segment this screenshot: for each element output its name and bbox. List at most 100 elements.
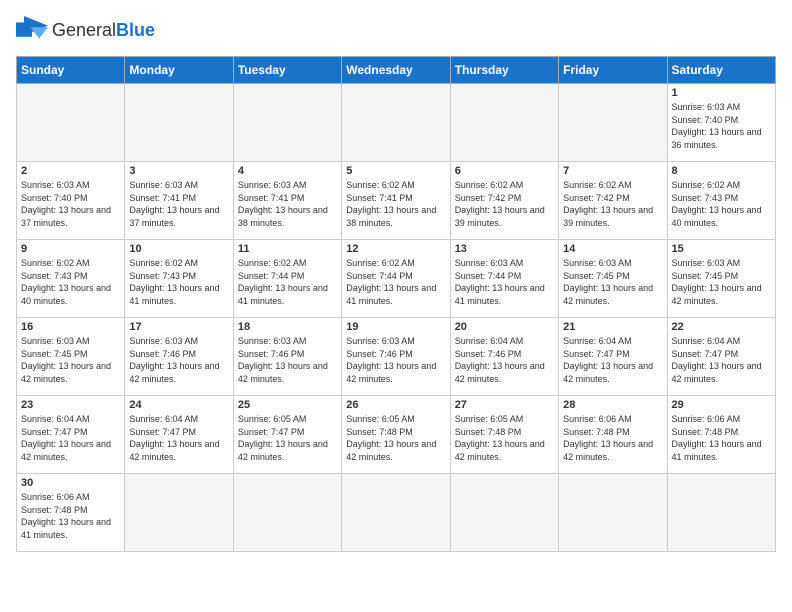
cell-info: Sunrise: 6:02 AM Sunset: 7:43 PM Dayligh… [672, 179, 771, 229]
calendar-cell: 4Sunrise: 6:03 AM Sunset: 7:41 PM Daylig… [233, 162, 341, 240]
weekday-header-thursday: Thursday [450, 57, 558, 84]
cell-info: Sunrise: 6:03 AM Sunset: 7:46 PM Dayligh… [238, 335, 337, 385]
weekday-header-sunday: Sunday [17, 57, 125, 84]
calendar-cell: 5 Sunrise: 6:02 AM Sunset: 7:41 PM Daylig… [342, 162, 450, 240]
calendar-cell: 14 Sunrise: 6:03 AM Sunset: 7:45 PM Dayli… [559, 240, 667, 318]
logo: GeneralBlue [16, 16, 155, 44]
calendar-cell [450, 474, 558, 552]
cell-info: Sunrise: 6:03 AM Sunset: 7:46 PM Dayligh… [346, 335, 445, 385]
week-row-4: 16 Sunrise: 6:03 AM Sunset: 7:45 PM Dayli… [17, 318, 776, 396]
cell-info: Sunrise: 6:06 AM Sunset: 7:48 PM Dayligh… [672, 413, 771, 463]
calendar-cell: 11Sunrise: 6:02 AM Sunset: 7:44 PM Dayli… [233, 240, 341, 318]
calendar-cell: 10 Sunrise: 6:02 AM Sunset: 7:43 PM Dayli… [125, 240, 233, 318]
cell-info: Sunrise: 6:03 AM Sunset: 7:40 PM Dayligh… [672, 101, 771, 151]
day-number: 23 [21, 399, 120, 411]
day-number: 29 [672, 399, 771, 411]
day-number: 2 [21, 165, 120, 177]
calendar-cell: 27 Sunrise: 6:05 AM Sunset: 7:48 PM Dayli… [450, 396, 558, 474]
day-number: 26 [346, 399, 445, 411]
calendar-cell: 15 Sunrise: 6:03 AM Sunset: 7:45 PM Dayli… [667, 240, 775, 318]
week-row-1: 1 Sunrise: 6:03 AM Sunset: 7:40 PM Daylig… [17, 84, 776, 162]
day-number: 5 [346, 165, 445, 177]
cell-info: Sunrise: 6:03 AM Sunset: 7:45 PM Dayligh… [672, 257, 771, 307]
cell-info: Sunrise: 6:02 AM Sunset: 7:43 PM Dayligh… [21, 257, 120, 307]
cell-info: Sunrise: 6:06 AM Sunset: 7:48 PM Dayligh… [563, 413, 662, 463]
cell-info: Sunrise: 6:04 AM Sunset: 7:47 PM Dayligh… [672, 335, 771, 385]
day-number: 15 [672, 243, 771, 255]
day-number: 3 [129, 165, 228, 177]
day-number: 10 [129, 243, 228, 255]
calendar-cell: 22 Sunrise: 6:04 AM Sunset: 7:47 PM Dayli… [667, 318, 775, 396]
weekday-header-monday: Monday [125, 57, 233, 84]
calendar-cell [667, 474, 775, 552]
cell-info: Sunrise: 6:06 AM Sunset: 7:48 PM Dayligh… [21, 491, 120, 541]
cell-info: Sunrise: 6:03 AM Sunset: 7:44 PM Dayligh… [455, 257, 554, 307]
day-number: 20 [455, 321, 554, 333]
day-number: 11 [238, 243, 337, 255]
cell-info: Sunrise: 6:03 AM Sunset: 7:45 PM Dayligh… [563, 257, 662, 307]
calendar-cell: 19 Sunrise: 6:03 AM Sunset: 7:46 PM Dayli… [342, 318, 450, 396]
calendar-cell: 3Sunrise: 6:03 AM Sunset: 7:41 PM Daylig… [125, 162, 233, 240]
day-number: 12 [346, 243, 445, 255]
day-number: 8 [672, 165, 771, 177]
calendar-cell [559, 474, 667, 552]
calendar-cell: 6 Sunrise: 6:02 AM Sunset: 7:42 PM Daylig… [450, 162, 558, 240]
calendar-cell: 18 Sunrise: 6:03 AM Sunset: 7:46 PM Dayli… [233, 318, 341, 396]
day-number: 18 [238, 321, 337, 333]
weekday-header-friday: Friday [559, 57, 667, 84]
calendar-cell: 28 Sunrise: 6:06 AM Sunset: 7:48 PM Dayli… [559, 396, 667, 474]
cell-info: Sunrise: 6:04 AM Sunset: 7:46 PM Dayligh… [455, 335, 554, 385]
calendar-cell: 2Sunrise: 6:03 AM Sunset: 7:40 PM Daylig… [17, 162, 125, 240]
weekday-header-row: SundayMondayTuesdayWednesdayThursdayFrid… [17, 57, 776, 84]
calendar-cell [17, 84, 125, 162]
day-number: 25 [238, 399, 337, 411]
calendar-cell: 17 Sunrise: 6:03 AM Sunset: 7:46 PM Dayli… [125, 318, 233, 396]
day-number: 17 [129, 321, 228, 333]
day-number: 21 [563, 321, 662, 333]
calendar-cell: 24Sunrise: 6:04 AM Sunset: 7:47 PM Dayli… [125, 396, 233, 474]
day-number: 14 [563, 243, 662, 255]
cell-info: Sunrise: 6:02 AM Sunset: 7:41 PM Dayligh… [346, 179, 445, 229]
week-row-6: 30 Sunrise: 6:06 AM Sunset: 7:48 PM Dayli… [17, 474, 776, 552]
cell-info: Sunrise: 6:03 AM Sunset: 7:45 PM Dayligh… [21, 335, 120, 385]
calendar-cell [342, 474, 450, 552]
day-number: 27 [455, 399, 554, 411]
calendar-cell [450, 84, 558, 162]
calendar-cell: 13 Sunrise: 6:03 AM Sunset: 7:44 PM Dayli… [450, 240, 558, 318]
calendar-cell: 23 Sunrise: 6:04 AM Sunset: 7:47 PM Dayli… [17, 396, 125, 474]
day-number: 13 [455, 243, 554, 255]
week-row-3: 9 Sunrise: 6:02 AM Sunset: 7:43 PM Daylig… [17, 240, 776, 318]
page-header: GeneralBlue [16, 16, 776, 44]
cell-info: Sunrise: 6:04 AM Sunset: 7:47 PM Dayligh… [21, 413, 120, 463]
calendar-cell: 9 Sunrise: 6:02 AM Sunset: 7:43 PM Daylig… [17, 240, 125, 318]
cell-info: Sunrise: 6:02 AM Sunset: 7:44 PM Dayligh… [346, 257, 445, 307]
cell-info: Sunrise: 6:02 AM Sunset: 7:42 PM Dayligh… [563, 179, 662, 229]
week-row-2: 2Sunrise: 6:03 AM Sunset: 7:40 PM Daylig… [17, 162, 776, 240]
calendar-cell [559, 84, 667, 162]
cell-info: Sunrise: 6:05 AM Sunset: 7:48 PM Dayligh… [346, 413, 445, 463]
cell-info: Sunrise: 6:03 AM Sunset: 7:46 PM Dayligh… [129, 335, 228, 385]
calendar-table: SundayMondayTuesdayWednesdayThursdayFrid… [16, 56, 776, 552]
calendar-cell [125, 474, 233, 552]
day-number: 28 [563, 399, 662, 411]
calendar-cell: 16 Sunrise: 6:03 AM Sunset: 7:45 PM Dayli… [17, 318, 125, 396]
calendar-cell: 26 Sunrise: 6:05 AM Sunset: 7:48 PM Dayli… [342, 396, 450, 474]
weekday-header-tuesday: Tuesday [233, 57, 341, 84]
day-number: 16 [21, 321, 120, 333]
calendar-cell: 25Sunrise: 6:05 AM Sunset: 7:47 PM Dayli… [233, 396, 341, 474]
day-number: 4 [238, 165, 337, 177]
calendar-cell: 8 Sunrise: 6:02 AM Sunset: 7:43 PM Daylig… [667, 162, 775, 240]
day-number: 30 [21, 477, 120, 489]
day-number: 1 [672, 87, 771, 99]
calendar-cell [342, 84, 450, 162]
cell-info: Sunrise: 6:05 AM Sunset: 7:48 PM Dayligh… [455, 413, 554, 463]
calendar-cell [233, 474, 341, 552]
day-number: 19 [346, 321, 445, 333]
calendar-cell: 21Sunrise: 6:04 AM Sunset: 7:47 PM Dayli… [559, 318, 667, 396]
day-number: 6 [455, 165, 554, 177]
cell-info: Sunrise: 6:04 AM Sunset: 7:47 PM Dayligh… [129, 413, 228, 463]
day-number: 9 [21, 243, 120, 255]
day-number: 22 [672, 321, 771, 333]
cell-info: Sunrise: 6:02 AM Sunset: 7:42 PM Dayligh… [455, 179, 554, 229]
cell-info: Sunrise: 6:02 AM Sunset: 7:43 PM Dayligh… [129, 257, 228, 307]
